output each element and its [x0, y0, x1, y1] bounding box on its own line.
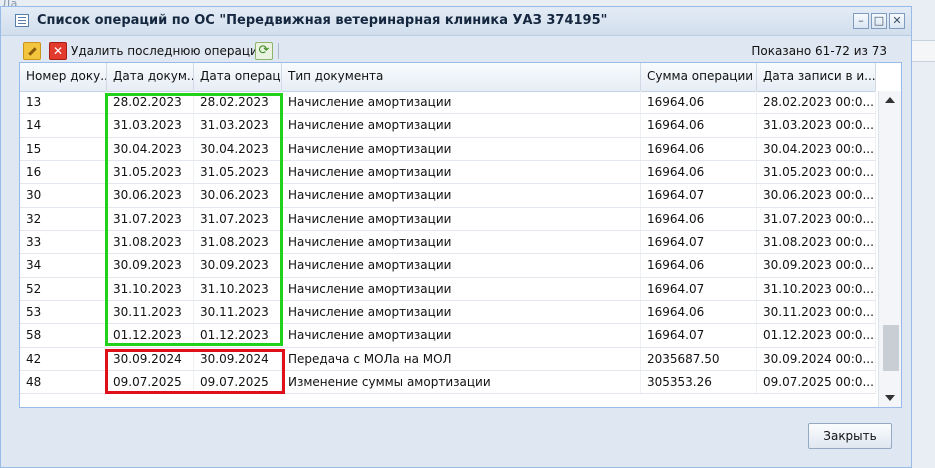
cell-amount: 16964.07: [641, 277, 757, 300]
cell-amount: 16964.06: [641, 207, 757, 230]
cell-doc-number: 16: [20, 160, 107, 184]
cell-record-date: 30.11.2023 00:0...: [757, 300, 876, 324]
cell-doc-number: 34: [20, 254, 107, 277]
column-header-doc-date[interactable]: Дата докум...: [107, 63, 194, 91]
cell-amount: 16964.06: [641, 114, 757, 137]
refresh-icon[interactable]: ⟳: [255, 42, 273, 60]
delete-icon[interactable]: ✕: [49, 42, 67, 60]
cell-amount: 2035687.50: [641, 347, 757, 370]
dialog-title: Список операций по ОС "Передвижная ветер…: [37, 13, 608, 28]
cell-amount: 16964.07: [641, 230, 757, 254]
grid-header: Номер доку... Дата докум... Дата операц.…: [20, 63, 876, 92]
cell-doc-number: 58: [20, 324, 107, 347]
cell-amount: 16964.06: [641, 91, 757, 114]
close-icon: ✕: [892, 14, 902, 27]
cell-doc-number: 13: [20, 91, 107, 114]
cell-record-date: 31.07.2023 00:0...: [757, 207, 876, 230]
maximize-button[interactable]: □: [871, 13, 887, 29]
window-list-icon: [15, 14, 29, 27]
cell-doc-type: Начисление амортизации: [282, 160, 641, 184]
paging-info: Показано 61-72 из 73: [751, 44, 887, 58]
column-header-doc-type[interactable]: Тип документа: [282, 63, 641, 91]
minimize-icon: –: [858, 14, 864, 27]
highlight-red-frame: [105, 349, 285, 394]
cell-doc-number: 15: [20, 137, 107, 160]
cell-doc-number: 42: [20, 347, 107, 370]
close-button[interactable]: Закрыть: [808, 423, 892, 449]
cell-amount: 305353.26: [641, 370, 757, 394]
cell-record-date: 31.03.2023 00:0...: [757, 114, 876, 137]
cell-doc-type: Начисление амортизации: [282, 300, 641, 324]
cell-doc-number: 53: [20, 300, 107, 324]
cell-doc-type: Начисление амортизации: [282, 277, 641, 300]
cell-doc-type: Начисление амортизации: [282, 324, 641, 347]
cell-doc-number: 30: [20, 184, 107, 207]
cell-doc-type: Начисление амортизации: [282, 184, 641, 207]
dialog-titlebar[interactable]: Список операций по ОС "Передвижная ветер…: [1, 7, 911, 36]
cell-record-date: 30.09.2024 00:0...: [757, 347, 876, 370]
toolbar: ✕ Удалить последнюю операцию ⟳ Показано …: [15, 40, 897, 64]
close-window-button[interactable]: ✕: [889, 13, 905, 29]
maximize-icon: □: [873, 14, 885, 27]
scroll-thumb[interactable]: [883, 325, 899, 371]
cell-amount: 16964.06: [641, 254, 757, 277]
cell-doc-number: 32: [20, 207, 107, 230]
edit-icon[interactable]: [23, 42, 41, 60]
cell-record-date: 31.05.2023 00:0...: [757, 160, 876, 184]
cell-record-date: 30.04.2023 00:0...: [757, 137, 876, 160]
cell-doc-type: Изменение суммы амортизации: [282, 370, 641, 394]
cell-record-date: 28.02.2023 00:0...: [757, 91, 876, 114]
column-header-operation-date[interactable]: Дата операц...: [194, 63, 282, 91]
cell-doc-number: 52: [20, 277, 107, 300]
delete-last-operation-button[interactable]: Удалить последнюю операцию: [71, 44, 268, 58]
cell-doc-number: 33: [20, 230, 107, 254]
cell-amount: 16964.07: [641, 324, 757, 347]
cell-doc-type: Начисление амортизации: [282, 114, 641, 137]
cell-record-date: 31.08.2023 00:0...: [757, 230, 876, 254]
cell-record-date: 01.12.2023 00:0...: [757, 324, 876, 347]
cell-doc-type: Начисление амортизации: [282, 254, 641, 277]
cell-amount: 16964.06: [641, 137, 757, 160]
cell-amount: 16964.06: [641, 160, 757, 184]
cell-record-date: 09.07.2025 00:0...: [757, 370, 876, 394]
cell-doc-number: 48: [20, 370, 107, 394]
cell-doc-number: 14: [20, 114, 107, 137]
scroll-up-icon[interactable]: [885, 97, 895, 103]
cell-doc-type: Начисление амортизации: [282, 91, 641, 114]
column-header-amount[interactable]: Сумма операции: [641, 63, 757, 91]
cell-record-date: 30.09.2023 00:0...: [757, 254, 876, 277]
toolbar-separator: [278, 43, 279, 59]
highlight-green-frame: [105, 93, 283, 346]
cell-record-date: 30.06.2023 00:0...: [757, 184, 876, 207]
cell-amount: 16964.07: [641, 184, 757, 207]
cell-doc-type: Начисление амортизации: [282, 207, 641, 230]
column-header-doc-number[interactable]: Номер доку...: [20, 63, 107, 91]
vertical-scrollbar[interactable]: [878, 91, 901, 407]
cell-doc-type: Начисление амортизации: [282, 137, 641, 160]
cell-record-date: 31.10.2023 00:0...: [757, 277, 876, 300]
cell-doc-type: Начисление амортизации: [282, 230, 641, 254]
cell-doc-type: Передача с МОЛа на МОЛ: [282, 347, 641, 370]
minimize-button[interactable]: –: [853, 13, 869, 29]
scroll-down-icon[interactable]: [885, 395, 895, 401]
column-header-record-date[interactable]: Дата записи в и...: [757, 63, 876, 91]
cell-amount: 16964.06: [641, 300, 757, 324]
